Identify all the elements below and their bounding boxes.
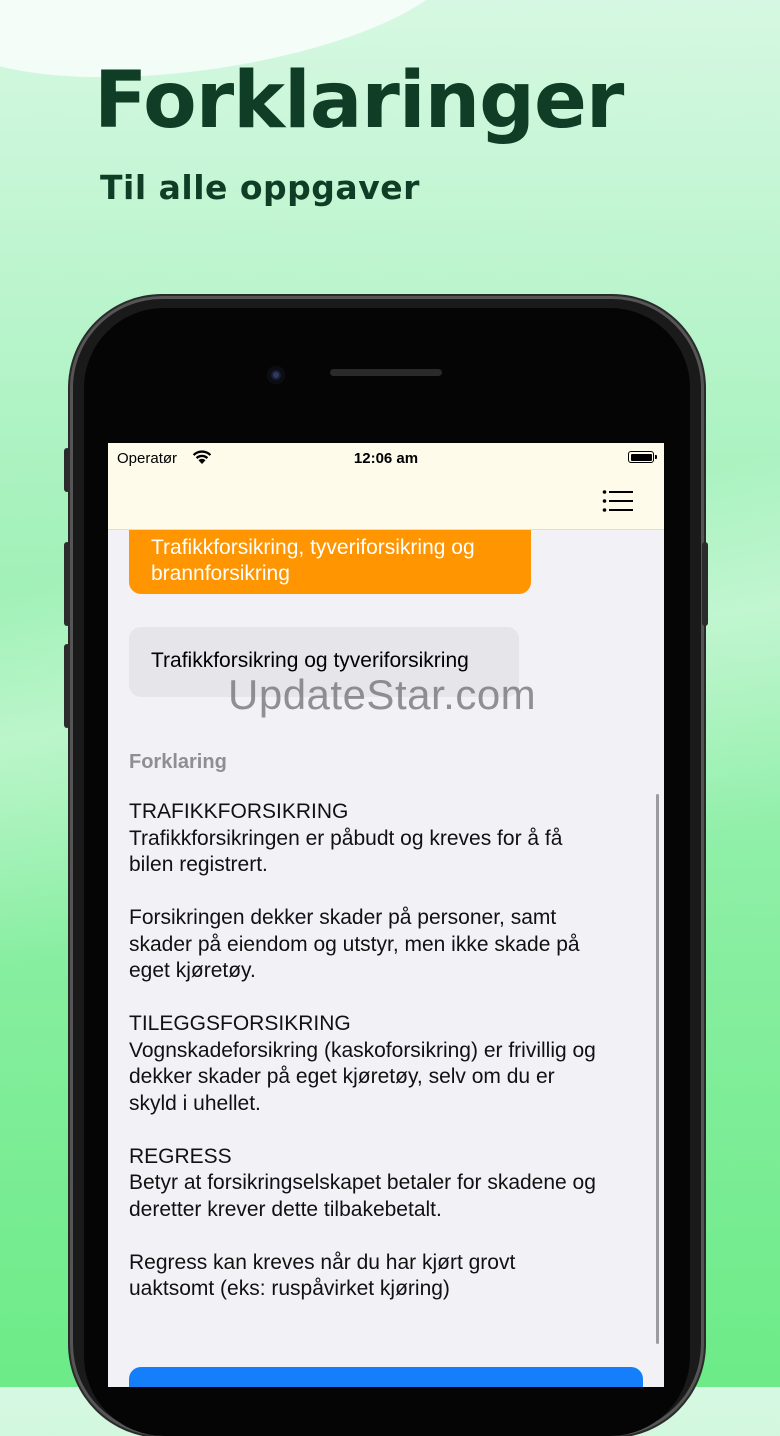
phone-screen: Operatør 12:06 am Trafikkforsikring, tyv… bbox=[108, 443, 664, 1387]
explanation-line: Vognskadeforsikring (kaskoforsikring) er… bbox=[129, 1038, 596, 1062]
volume-up-button bbox=[64, 542, 70, 626]
earpiece-speaker bbox=[330, 369, 442, 376]
explanation-line: bilen registrert. bbox=[129, 853, 268, 876]
silent-switch bbox=[64, 448, 70, 492]
explanation-paragraph: TRAFIKKFORSIKRING Trafikkforsikringen er… bbox=[129, 799, 649, 879]
battery-icon bbox=[628, 451, 657, 463]
explanation-paragraph: Forsikringen dekker skader på personer, … bbox=[129, 905, 649, 985]
explanation-line: TILEGGSFORSIKRING bbox=[129, 1012, 351, 1035]
explanation-paragraph: TILEGGSFORSIKRING Vognskadeforsikring (k… bbox=[129, 1011, 649, 1117]
explanation-text: TRAFIKKFORSIKRING Trafikkforsikringen er… bbox=[129, 799, 649, 1329]
explanation-line: TRAFIKKFORSIKRING bbox=[129, 800, 349, 823]
scroll-content[interactable]: Trafikkforsikring, tyveriforsikring og b… bbox=[108, 499, 664, 1387]
explanation-line: Trafikkforsikringen er påbudt og kreves … bbox=[129, 826, 563, 850]
watermark-text: UpdateStar.com bbox=[228, 671, 537, 718]
explanation-line: uaktsomt (eks: ruspåvirket kjøring) bbox=[129, 1277, 450, 1300]
explanation-line: skader på eiendom og utstyr, men ikke sk… bbox=[129, 932, 580, 956]
status-time: 12:06 am bbox=[353, 450, 419, 467]
explanation-line: Betyr at forsikringselskapet betaler for… bbox=[129, 1171, 596, 1194]
explanation-line: eget kjøretøy. bbox=[129, 959, 256, 982]
list-menu-icon[interactable] bbox=[602, 489, 634, 513]
explanation-heading: Forklaring bbox=[129, 751, 227, 773]
explanation-line: deretter krever dette tilbakebetalt. bbox=[129, 1197, 442, 1221]
power-button bbox=[702, 542, 708, 626]
explanation-line: REGRESS bbox=[129, 1144, 232, 1168]
scrollbar[interactable] bbox=[656, 794, 659, 1344]
explanation-line: skyld i uhellet. bbox=[129, 1091, 261, 1115]
promo-title: Forklaringer bbox=[94, 56, 624, 146]
front-camera-icon bbox=[267, 366, 285, 384]
explanation-line: Regress kan kreves når du har kjørt grov… bbox=[129, 1250, 516, 1274]
next-button[interactable] bbox=[129, 1367, 643, 1387]
explanation-paragraph: Regress kan kreves når du har kjørt grov… bbox=[129, 1250, 649, 1303]
explanation-line: Forsikringen dekker skader på personer, … bbox=[129, 906, 557, 929]
status-bar: Operatør 12:06 am bbox=[108, 443, 664, 473]
explanation-paragraph: REGRESS Betyr at forsikringselskapet bet… bbox=[129, 1144, 649, 1224]
navigation-bar bbox=[108, 473, 664, 530]
explanation-line: dekker skader på eget kjøretøy, selv om … bbox=[129, 1065, 555, 1088]
volume-down-button bbox=[64, 644, 70, 728]
promo-subtitle: Til alle oppgaver bbox=[100, 168, 420, 207]
